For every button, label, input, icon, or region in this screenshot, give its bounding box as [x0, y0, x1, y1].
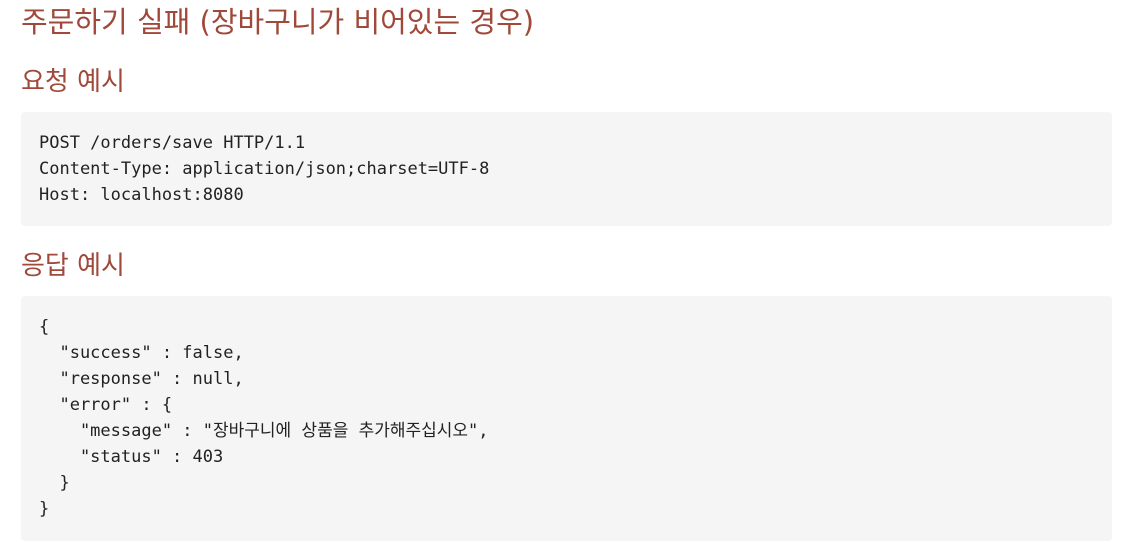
response-code-block: { "success" : false, "response" : null, …	[21, 296, 1112, 541]
response-code: { "success" : false, "response" : null, …	[39, 317, 489, 519]
request-example-heading: 요청 예시	[21, 67, 125, 97]
section-title: 주문하기 실패 (장바구니가 비어있는 경우)	[21, 5, 535, 39]
request-code-block: POST /orders/save HTTP/1.1 Content-Type:…	[21, 112, 1112, 226]
request-code: POST /orders/save HTTP/1.1 Content-Type:…	[39, 133, 490, 205]
response-example-heading: 응답 예시	[21, 251, 125, 281]
